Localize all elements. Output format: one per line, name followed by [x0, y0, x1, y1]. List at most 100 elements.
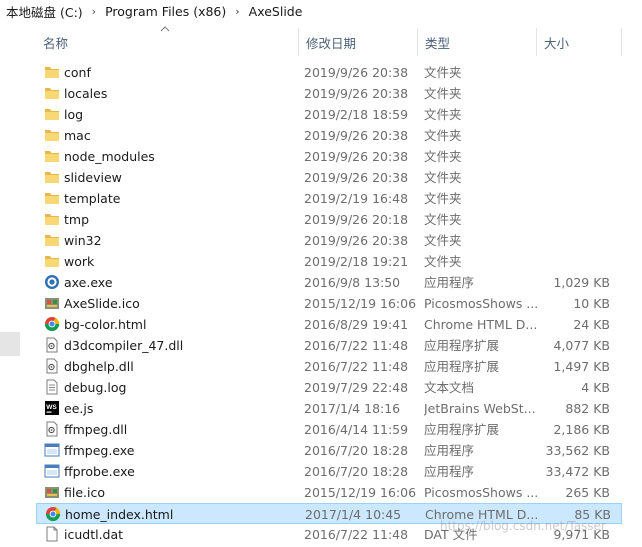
- chrome-icon: [45, 507, 61, 522]
- breadcrumb-item-axeslide[interactable]: AxeSlide: [249, 4, 303, 19]
- file-name: template: [64, 191, 121, 206]
- folder-icon: [45, 151, 59, 162]
- file-type: 文件夹: [424, 212, 462, 227]
- file-row[interactable]: slideview 2019/9/26 20:38 文件夹: [36, 167, 622, 188]
- file-type: 文件夹: [424, 65, 462, 80]
- file-name: ffmpeg.dll: [64, 422, 128, 437]
- file-row[interactable]: mac 2019/9/26 20:38 文件夹: [36, 125, 622, 146]
- file-name: home_index.html: [65, 507, 174, 522]
- file-row[interactable]: debug.log 2019/7/29 22:48 文本文档 4 KB: [36, 377, 622, 398]
- file-row[interactable]: template 2019/2/19 16:48 文件夹: [36, 188, 622, 209]
- file-row[interactable]: win32 2019/9/26 20:38 文件夹: [36, 230, 622, 251]
- file-size: [541, 146, 610, 167]
- file-type: 文件夹: [424, 128, 462, 143]
- folder-icon: [45, 109, 59, 120]
- file-modified-date: 2017/1/4 10:45: [305, 507, 402, 522]
- file-type: 文件夹: [424, 191, 462, 206]
- vertical-scrollbar[interactable]: [626, 28, 642, 547]
- file-size: [541, 83, 610, 104]
- file-size: [541, 62, 610, 83]
- chevron-right-icon[interactable]: ›: [92, 5, 96, 18]
- file-size: 4 KB: [581, 380, 610, 395]
- file-row[interactable]: tmp 2019/9/26 20:18 文件夹: [36, 209, 622, 230]
- file-modified-date: 2019/9/26 20:38: [304, 128, 409, 143]
- file-row[interactable]: locales 2019/9/26 20:38 文件夹: [36, 83, 622, 104]
- file-name: axe.exe: [64, 275, 113, 290]
- folder-icon: [45, 256, 59, 267]
- file-name: locales: [64, 86, 108, 101]
- navigation-pane-edge[interactable]: [0, 332, 20, 356]
- file-size: [541, 125, 610, 146]
- file-type: 应用程序扩展: [424, 359, 500, 374]
- file-row[interactable]: ffmpeg.exe 2016/7/20 18:28 应用程序 33,562 KB: [36, 440, 622, 461]
- file-name: d3dcompiler_47.dll: [64, 338, 184, 353]
- file-row[interactable]: d3dcompiler_47.dll 2016/7/22 11:48 应用程序扩展 4…: [36, 335, 622, 356]
- file-name: file.ico: [64, 485, 106, 500]
- file-modified-date: 2019/2/18 19:21: [304, 254, 409, 269]
- file-row[interactable]: AxeSlide.ico 2015/12/19 16:06 PicosmosShow…: [36, 293, 622, 314]
- file-name: debug.log: [64, 380, 127, 395]
- file-row[interactable]: node_modules 2019/9/26 20:38 文件夹: [36, 146, 622, 167]
- file-name: node_modules: [64, 149, 155, 164]
- text-file-icon: [46, 379, 58, 395]
- file-type: 应用程序: [424, 275, 475, 290]
- file-name: ee.js: [64, 401, 94, 416]
- file-size: 2,186 KB: [553, 422, 610, 437]
- file-name: mac: [64, 128, 91, 143]
- folder-icon: [45, 193, 59, 204]
- folder-icon: [45, 214, 59, 225]
- file-modified-date: 2016/8/29 19:41: [304, 317, 409, 332]
- file-name: AxeSlide.ico: [64, 296, 140, 311]
- file-size: 33,472 KB: [545, 464, 610, 479]
- column-header-date[interactable]: 修改日期: [299, 28, 418, 56]
- file-modified-date: 2019/2/18 18:59: [304, 107, 409, 122]
- file-modified-date: 2015/12/19 16:06: [304, 296, 417, 311]
- column-header-type[interactable]: 类型: [418, 28, 537, 56]
- folder-icon: [45, 67, 59, 78]
- breadcrumb-item-program-files[interactable]: Program Files (x86): [105, 4, 226, 19]
- column-header-size[interactable]: 大小: [537, 28, 622, 56]
- file-size: [541, 251, 610, 272]
- dll-file-icon: [46, 421, 58, 437]
- file-size: 882 KB: [565, 401, 610, 416]
- file-size: [541, 167, 610, 188]
- chevron-right-icon[interactable]: ›: [235, 5, 239, 18]
- file-row[interactable]: dbghelp.dll 2016/7/22 11:48 应用程序扩展 1,497 KB: [36, 356, 622, 377]
- image-file-icon: [45, 298, 59, 309]
- file-modified-date: 2019/9/26 20:38: [304, 86, 409, 101]
- column-header-name[interactable]: 名称: [36, 28, 299, 56]
- file-modified-date: 2019/9/26 20:38: [304, 233, 409, 248]
- file-row[interactable]: log 2019/2/18 18:59 文件夹: [36, 104, 622, 125]
- file-type: 应用程序: [424, 443, 475, 458]
- file-size: [541, 104, 610, 125]
- file-modified-date: 2016/7/20 18:28: [304, 464, 409, 479]
- file-type: 文件夹: [424, 107, 462, 122]
- file-row[interactable]: file.ico 2015/12/19 16:06 PicosmosShows ..…: [36, 482, 622, 503]
- file-row[interactable]: axe.exe 2016/9/8 13:50 应用程序 1,029 KB: [36, 272, 622, 293]
- dll-file-icon: [46, 337, 58, 353]
- webstorm-icon: WS: [45, 401, 59, 415]
- file-name: win32: [64, 233, 102, 248]
- file-modified-date: 2019/9/26 20:38: [304, 149, 409, 164]
- folder-icon: [45, 130, 59, 141]
- file-row[interactable]: ffmpeg.dll 2016/4/14 11:59 应用程序扩展 2,186 KB: [36, 419, 622, 440]
- axe-app-icon: [45, 275, 59, 289]
- file-type: 应用程序扩展: [424, 422, 500, 437]
- file-row[interactable]: WS ee.js 2017/1/4 18:16 JetBrains WebSt... 8…: [36, 398, 622, 419]
- file-row[interactable]: ffprobe.exe 2016/7/20 18:28 应用程序 33,472 KB: [36, 461, 622, 482]
- file-name: tmp: [64, 212, 90, 227]
- file-row[interactable]: bg-color.html 2016/8/29 19:41 Chrome HTML …: [36, 314, 622, 335]
- file-row[interactable]: conf 2019/9/26 20:38 文件夹: [36, 62, 622, 83]
- file-modified-date: 2016/7/20 18:28: [304, 443, 409, 458]
- breadcrumb-item-drive[interactable]: 本地磁盘 (C:): [6, 2, 83, 21]
- svg-text:WS: WS: [46, 404, 57, 411]
- file-name: ffprobe.exe: [64, 464, 135, 479]
- file-modified-date: 2016/4/14 11:59: [304, 422, 409, 437]
- folder-icon: [45, 235, 59, 246]
- file-type: JetBrains WebSt...: [424, 401, 536, 416]
- file-row[interactable]: work 2019/2/18 19:21 文件夹: [36, 251, 622, 272]
- dll-file-icon: [46, 358, 58, 374]
- file-size: 33,562 KB: [545, 443, 610, 458]
- file-type: Chrome HTML D...: [424, 317, 538, 332]
- file-name: dbghelp.dll: [64, 359, 134, 374]
